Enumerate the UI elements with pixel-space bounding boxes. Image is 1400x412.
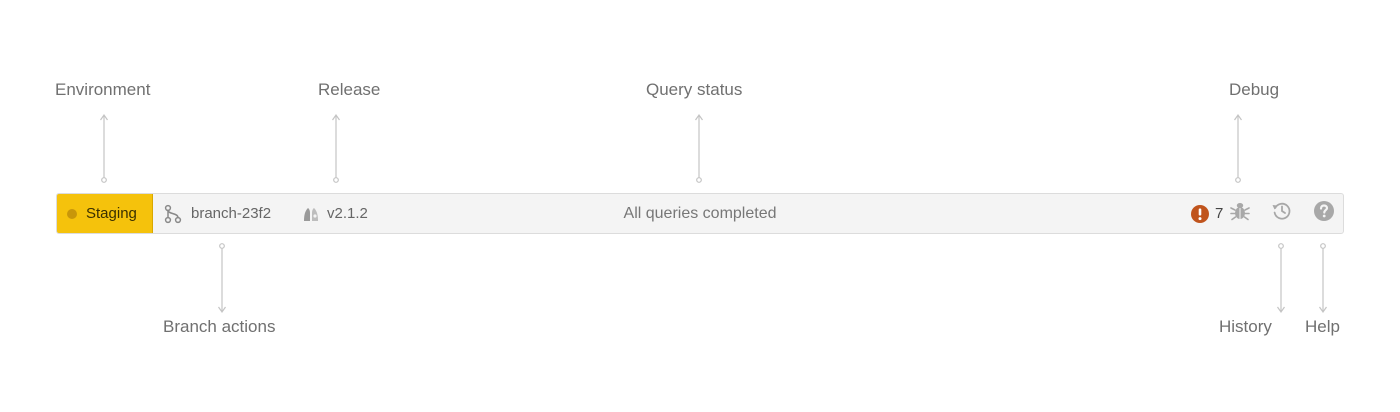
error-count: 7: [1215, 205, 1224, 222]
environment-indicator[interactable]: Staging: [57, 194, 153, 233]
history-button[interactable]: [1271, 194, 1293, 233]
history-callout: History: [1219, 317, 1272, 336]
release-label: v2.1.2: [327, 205, 368, 222]
query-status-callout: Query status: [646, 80, 743, 99]
bug-icon: [1229, 200, 1251, 227]
error-icon: [1190, 204, 1210, 224]
release-callout: Release: [318, 80, 381, 99]
branch-label: branch-23f2: [191, 205, 272, 222]
environment-dot: [67, 208, 77, 219]
help-button[interactable]: [1313, 194, 1335, 233]
status-bar: All queries completed Staging branch-23f…: [56, 193, 1344, 234]
environment-callout: Environment: [55, 80, 151, 99]
history-icon: [1271, 200, 1293, 227]
git-branch-icon: [164, 204, 182, 224]
debug-button[interactable]: [1229, 194, 1251, 233]
release-button[interactable]: v2.1.2: [302, 194, 368, 233]
help-callout: Help: [1305, 317, 1340, 336]
environment-label: Staging: [86, 205, 137, 222]
branch-actions-callout: Branch actions: [163, 317, 276, 336]
rocket-icon: [302, 205, 320, 223]
debug-callout: Debug: [1229, 80, 1280, 99]
error-indicator[interactable]: 7: [1190, 194, 1223, 233]
branch-button[interactable]: branch-23f2: [164, 194, 271, 233]
help-icon: [1313, 200, 1335, 227]
